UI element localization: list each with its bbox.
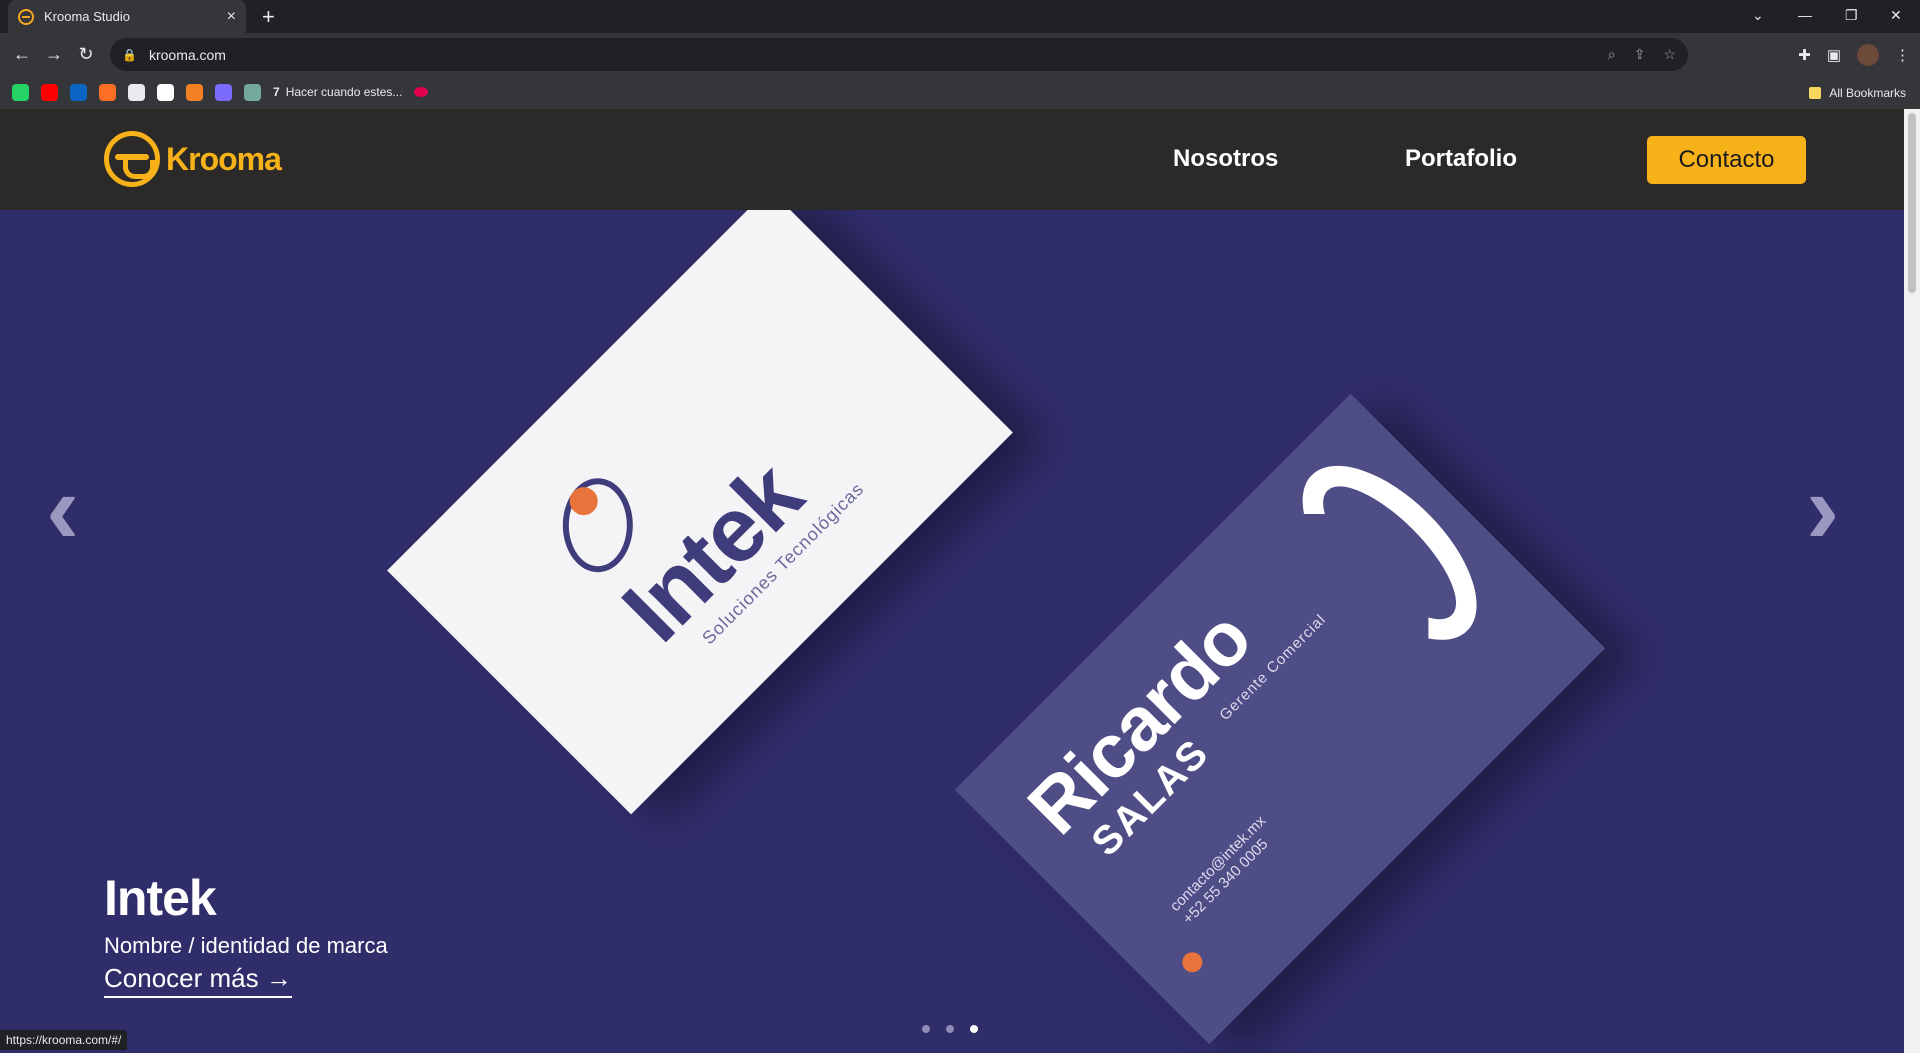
openai-icon[interactable] bbox=[244, 83, 261, 101]
stackoverflow-icon[interactable] bbox=[186, 83, 203, 101]
share-icon[interactable]: ⇪ bbox=[1634, 46, 1646, 63]
menu-icon[interactable]: ⋮ bbox=[1895, 46, 1910, 64]
carousel-dot[interactable] bbox=[970, 1025, 978, 1033]
learn-more-link[interactable]: Conocer más → bbox=[104, 963, 292, 998]
nav-portafolio[interactable]: Portafolio bbox=[1405, 145, 1517, 173]
tab-search-icon[interactable]: ⌄ bbox=[1752, 0, 1764, 30]
krooma-logo-icon bbox=[104, 131, 160, 187]
reload-icon[interactable]: ↻ bbox=[70, 44, 102, 65]
bookmark-label: Hacer cuando estes... bbox=[285, 85, 403, 99]
bookmark-hacer[interactable]: 7 Hacer cuando estes... bbox=[273, 85, 402, 99]
all-bookmarks-label: All Bookmarks bbox=[1829, 85, 1906, 100]
lips-icon[interactable] bbox=[414, 87, 429, 97]
close-window-button[interactable]: ✕ bbox=[1890, 0, 1902, 30]
github-icon[interactable] bbox=[128, 83, 145, 101]
carousel-dot[interactable] bbox=[922, 1025, 930, 1033]
krooma-logo[interactable]: Krooma bbox=[104, 131, 282, 187]
address-bar[interactable]: 🔒 krooma.com ⌕ ⇪ ☆ bbox=[110, 38, 1688, 71]
gitlab-icon[interactable] bbox=[99, 83, 116, 101]
bookmark-star-icon[interactable]: ☆ bbox=[1663, 46, 1676, 63]
card-contact: contacto@intek.mx +52 55 340 0005 bbox=[1167, 812, 1283, 928]
tab-strip: Krooma Studio × + ⌄ — ❐ ✕ bbox=[0, 0, 1920, 33]
browser-toolbar: ← → ↻ 🔒 krooma.com ⌕ ⇪ ☆ ✚ ▣ ⋮ bbox=[0, 33, 1920, 76]
logo-text: Krooma bbox=[166, 140, 282, 177]
whatsapp-icon[interactable] bbox=[12, 83, 29, 101]
back-icon[interactable]: ← bbox=[6, 44, 38, 65]
all-bookmarks[interactable]: All Bookmarks bbox=[1809, 76, 1906, 109]
toolbar-actions: ✚ ▣ ⋮ bbox=[1798, 33, 1910, 76]
minimize-button[interactable]: — bbox=[1798, 0, 1812, 30]
tab-title: Krooma Studio bbox=[44, 9, 130, 24]
status-bar-url: https://krooma.com/#/ bbox=[0, 1030, 128, 1050]
side-panel-icon[interactable]: ▣ bbox=[1827, 46, 1841, 64]
restore-button[interactable]: ❐ bbox=[1845, 0, 1858, 30]
contact-button[interactable]: Contacto bbox=[1647, 136, 1806, 184]
vercel-icon[interactable] bbox=[157, 83, 174, 101]
scrollbar-thumb[interactable] bbox=[1908, 113, 1916, 293]
card-dot-icon bbox=[1178, 948, 1207, 977]
page-scrollbar[interactable] bbox=[1904, 109, 1920, 1053]
slide-subtitle: Nombre / identidad de marca bbox=[104, 933, 388, 958]
carousel-prev-icon[interactable]: ‹ bbox=[46, 459, 79, 559]
business-card-back: Ricardo SALAS Gerente Comercial contacto… bbox=[954, 393, 1606, 1045]
zoom-icon[interactable]: ⌕ bbox=[1608, 46, 1616, 63]
tab-krooma[interactable]: Krooma Studio × bbox=[8, 0, 246, 33]
new-tab-button[interactable]: + bbox=[262, 4, 275, 30]
carousel-dot[interactable] bbox=[946, 1025, 954, 1033]
linkedin-icon[interactable] bbox=[70, 83, 87, 101]
carousel-next-icon[interactable]: › bbox=[1806, 459, 1839, 559]
carousel-indicators bbox=[922, 1025, 978, 1033]
slide-title: Intek bbox=[104, 870, 217, 926]
app-icon[interactable] bbox=[215, 83, 232, 101]
krooma-favicon-icon bbox=[18, 8, 34, 25]
bookmarks-bar: 7 Hacer cuando estes... All Bookmarks bbox=[0, 76, 1920, 109]
nav-nosotros[interactable]: Nosotros bbox=[1173, 145, 1278, 173]
notion-icon: 7 bbox=[273, 85, 280, 99]
forward-icon[interactable]: → bbox=[38, 44, 70, 65]
youtube-icon[interactable] bbox=[41, 83, 58, 101]
extensions-icon[interactable]: ✚ bbox=[1798, 46, 1811, 64]
tab-close-icon[interactable]: × bbox=[227, 8, 236, 26]
site-header: Krooma Nosotros Portafolio Contacto bbox=[0, 109, 1904, 210]
business-card-front: Intek Soluciones Tecnológicas bbox=[387, 188, 1013, 815]
page-viewport: Krooma Nosotros Portafolio Contacto Inte… bbox=[0, 109, 1904, 1053]
lock-icon[interactable]: 🔒 bbox=[122, 48, 137, 62]
profile-avatar[interactable] bbox=[1857, 43, 1879, 66]
folder-icon bbox=[1809, 86, 1822, 99]
slide-caption: Intek Nombre / identidad de marca Conoce… bbox=[104, 869, 388, 998]
url-text[interactable]: krooma.com bbox=[149, 47, 1590, 63]
